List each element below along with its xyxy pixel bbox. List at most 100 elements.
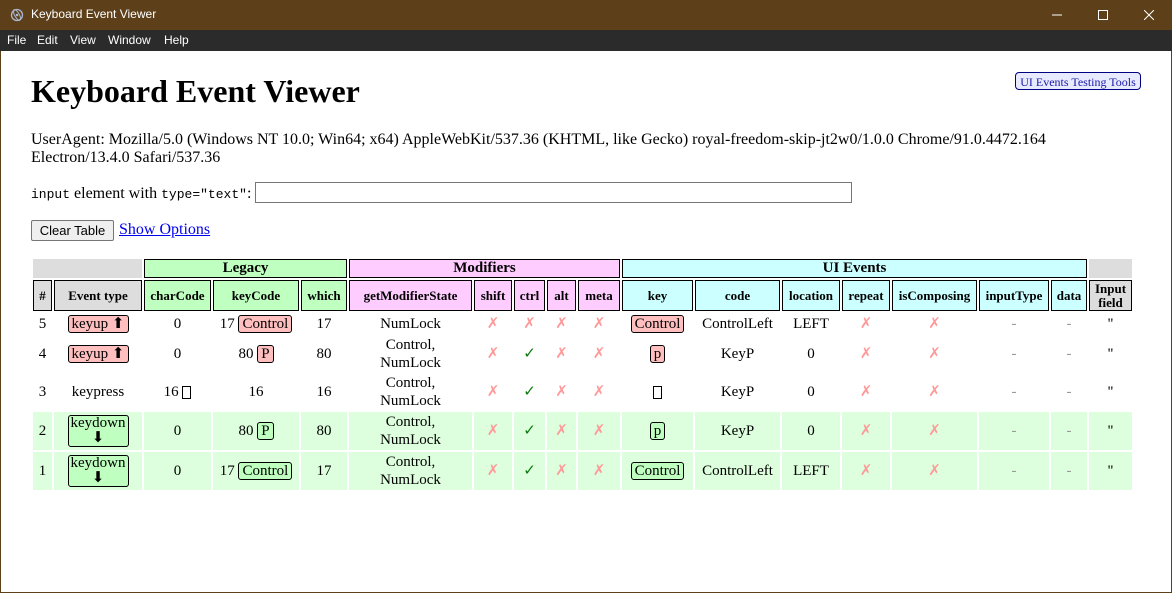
which-value: 17 bbox=[316, 463, 332, 479]
window-title: Keyboard Event Viewer bbox=[31, 7, 157, 21]
cell-meta: ✗ bbox=[578, 336, 620, 372]
inputtype-value: - bbox=[1011, 346, 1017, 362]
menu-edit[interactable]: Edit bbox=[37, 33, 58, 47]
cell-keycode: 16 bbox=[213, 374, 299, 410]
input-field-value: '' bbox=[1107, 384, 1114, 400]
location-value: LEFT bbox=[793, 315, 829, 332]
cell-shift: ✗ bbox=[474, 374, 512, 410]
col-header-event-type: Event type bbox=[54, 280, 142, 311]
col-header-shift: shift bbox=[474, 280, 512, 311]
cell-which: 80 bbox=[301, 412, 347, 450]
cell-code: ControlLeft bbox=[695, 313, 780, 334]
event-table: Legacy Modifiers UI Events # Event type … bbox=[31, 257, 1134, 492]
cell-inputtype: - bbox=[979, 336, 1049, 372]
cell-keycode: 80 P bbox=[213, 336, 299, 372]
cell-which: 17 bbox=[301, 313, 347, 334]
repeat-value: ✗ bbox=[859, 384, 873, 400]
cell-shift: ✗ bbox=[474, 452, 512, 490]
maximize-button[interactable] bbox=[1080, 0, 1126, 30]
maximize-icon bbox=[1098, 10, 1108, 20]
cell-input-field: '' bbox=[1089, 374, 1132, 410]
inputtype-value: - bbox=[1011, 384, 1017, 400]
cell-location: LEFT bbox=[782, 452, 840, 490]
iscomposing-value: ✗ bbox=[928, 463, 941, 479]
code-value: KeyP bbox=[720, 346, 755, 362]
cell-charcode: 0 bbox=[144, 412, 211, 450]
cell-code: ControlLeft bbox=[695, 452, 780, 490]
menu-file[interactable]: File bbox=[7, 33, 26, 47]
cell-modifier-state: Control, NumLock bbox=[349, 412, 472, 450]
col-header-input-field: Input field bbox=[1089, 280, 1132, 311]
which-value: 80 bbox=[316, 423, 332, 439]
modifier-state-line2: NumLock bbox=[380, 355, 441, 371]
col-header-data: data bbox=[1051, 280, 1087, 311]
cell-ctrl: ✓ bbox=[514, 374, 545, 410]
table-row: 3 keypress 16 16 16 Control, NumLock ✗ ✓ ✗ ✗ KeyP 0… bbox=[33, 374, 1132, 410]
minimize-icon bbox=[1052, 14, 1062, 16]
alt-value: ✗ bbox=[555, 423, 568, 439]
cell-charcode: 0 bbox=[144, 336, 211, 372]
close-button[interactable] bbox=[1126, 0, 1172, 30]
table-row: 5 keyup ⬆ 0 17 Control 17 NumLock ✗ ✗ ✗ ✗ Control C… bbox=[33, 313, 1132, 334]
menu-help[interactable]: Help bbox=[164, 33, 189, 47]
cell-data: - bbox=[1051, 313, 1087, 334]
cell-meta: ✗ bbox=[578, 452, 620, 490]
cell-modifier-state: Control, NumLock bbox=[349, 452, 472, 490]
cell-keycode: 17 Control bbox=[213, 313, 299, 334]
ctrl-value: ✗ bbox=[523, 315, 536, 332]
cell-location: 0 bbox=[782, 374, 840, 410]
minimize-button[interactable] bbox=[1034, 0, 1080, 30]
cell-key: Control bbox=[622, 313, 693, 334]
cell-inputtype: - bbox=[979, 313, 1049, 334]
cell-key: p bbox=[622, 412, 693, 450]
data-value: - bbox=[1066, 463, 1072, 479]
modifier-state-line1: Control, bbox=[385, 375, 436, 391]
menu-window[interactable]: Window bbox=[108, 33, 151, 47]
title-bar: Keyboard Event Viewer bbox=[0, 0, 1172, 30]
cell-modifier-state: NumLock bbox=[349, 313, 472, 334]
row-number: 4 bbox=[38, 346, 47, 362]
input-label-colon: : bbox=[246, 185, 252, 202]
table-row: 1 keydown ⬇ 0 17 Control 17 Control, NumLock ✗ ✓ ✗… bbox=[33, 452, 1132, 490]
charcode-value: 16 bbox=[163, 384, 179, 400]
cell-data: - bbox=[1051, 452, 1087, 490]
col-header-number: # bbox=[33, 280, 52, 311]
useragent-text: UserAgent: Mozilla/5.0 (Windows NT 10.0;… bbox=[31, 131, 1046, 166]
location-value: 0 bbox=[807, 346, 815, 362]
code-value: KeyP bbox=[720, 384, 755, 400]
location-value: 0 bbox=[807, 423, 815, 439]
cell-meta: ✗ bbox=[578, 374, 620, 410]
menu-view[interactable]: View bbox=[70, 33, 96, 47]
control-char-glyph bbox=[653, 386, 662, 400]
event-type-label: keydown bbox=[70, 415, 126, 431]
event-type-badge: keyup ⬆ bbox=[67, 314, 129, 333]
cell-number: 1 bbox=[33, 452, 52, 490]
cell-event-type: keydown ⬇ bbox=[54, 452, 142, 490]
key-value: p bbox=[649, 345, 666, 363]
cell-modifier-state: Control, NumLock bbox=[349, 336, 472, 372]
col-header-keycode: keyCode bbox=[213, 280, 299, 311]
cell-event-type: keyup ⬆ bbox=[54, 313, 142, 334]
group-header-legacy: Legacy bbox=[144, 259, 347, 278]
cell-ctrl: ✗ bbox=[514, 313, 545, 334]
input-field-value: '' bbox=[1107, 346, 1114, 362]
show-options-link[interactable]: Show Options bbox=[119, 221, 210, 239]
menu-bar: File Edit View Window Help bbox=[0, 30, 1172, 51]
cell-keycode: 80 P bbox=[213, 412, 299, 450]
ui-events-testing-tools-button[interactable]: UI Events Testing Tools bbox=[1015, 72, 1141, 90]
cell-key: p bbox=[622, 336, 693, 372]
meta-value: ✗ bbox=[592, 463, 606, 479]
cell-charcode: 0 bbox=[144, 452, 211, 490]
keycode-value: 80 bbox=[238, 346, 254, 362]
shift-value: ✗ bbox=[486, 423, 500, 439]
ctrl-value: ✓ bbox=[523, 463, 536, 479]
clear-table-button[interactable]: Clear Table bbox=[31, 220, 114, 241]
keycode-value: 17 bbox=[219, 463, 235, 479]
cell-alt: ✗ bbox=[547, 336, 576, 372]
key-value: Control bbox=[630, 314, 685, 333]
cell-keycode: 17 Control bbox=[213, 452, 299, 490]
test-text-input[interactable] bbox=[255, 182, 852, 203]
col-header-code: code bbox=[695, 280, 780, 311]
cell-which: 80 bbox=[301, 336, 347, 372]
event-type-badge: keyup ⬆ bbox=[67, 345, 129, 363]
